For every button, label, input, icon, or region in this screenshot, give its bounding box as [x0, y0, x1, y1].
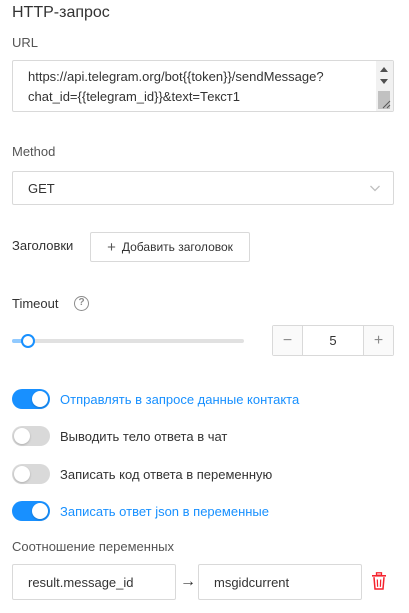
- add-header-button[interactable]: + Добавить заголовок: [90, 232, 250, 262]
- toggle-row-send-contact[interactable]: Отправлять в запросе данные контакта: [12, 389, 299, 409]
- toggle-switch[interactable]: [12, 389, 50, 409]
- method-select[interactable]: GET: [12, 171, 394, 205]
- plus-icon: +: [107, 238, 116, 256]
- scroll-down-icon[interactable]: [380, 79, 388, 84]
- timeout-label: Timeout: [12, 296, 59, 311]
- url-text[interactable]: https://api.telegram.org/bot{{token}}/se…: [28, 67, 366, 107]
- section-title: HTTP-запрос: [12, 4, 110, 21]
- toggle-label[interactable]: Отправлять в запросе данные контакта: [60, 392, 299, 407]
- timeout-slider-handle[interactable]: [21, 334, 35, 348]
- mapping-label: Соотношение переменных: [12, 539, 174, 554]
- trash-icon[interactable]: [371, 572, 387, 590]
- method-label: Method: [12, 144, 56, 159]
- toggle-switch[interactable]: [12, 464, 50, 484]
- toggle-label[interactable]: Записать ответ json в переменные: [60, 504, 269, 519]
- help-icon[interactable]: ?: [74, 296, 89, 311]
- toggle-label[interactable]: Записать код ответа в переменную: [60, 467, 272, 482]
- increment-button[interactable]: +: [363, 326, 393, 355]
- arrow-right-icon: →: [180, 573, 196, 590]
- http-request-panel: HTTP-запрос URL https://api.telegram.org…: [0, 0, 409, 613]
- toggle-switch[interactable]: [12, 501, 50, 521]
- toggle-knob: [14, 428, 30, 444]
- scroll-up-icon[interactable]: [380, 67, 388, 72]
- toggle-label[interactable]: Выводить тело ответа в чат: [60, 429, 227, 444]
- decrement-button[interactable]: −: [273, 326, 303, 355]
- toggle-knob: [32, 391, 48, 407]
- url-label: URL: [12, 35, 39, 50]
- toggle-switch[interactable]: [12, 426, 50, 446]
- chevron-down-icon: [370, 185, 380, 192]
- timeout-stepper[interactable]: − 5 +: [272, 325, 394, 356]
- timeout-slider-track[interactable]: [12, 339, 244, 343]
- add-header-label: Добавить заголовок: [121, 240, 233, 254]
- timeout-value[interactable]: 5: [303, 326, 363, 355]
- resize-grip-icon[interactable]: [381, 99, 391, 109]
- toggle-row-response-code[interactable]: Записать код ответа в переменную: [12, 464, 272, 484]
- toggle-row-json-vars[interactable]: Записать ответ json в переменные: [12, 501, 269, 521]
- toggle-knob: [14, 466, 30, 482]
- target-variable-input[interactable]: msgidcurrent: [198, 564, 362, 600]
- method-value: GET: [28, 181, 55, 196]
- url-textarea[interactable]: https://api.telegram.org/bot{{token}}/se…: [12, 60, 394, 112]
- source-variable-input[interactable]: result.message_id: [12, 564, 176, 600]
- toggle-row-body-to-chat[interactable]: Выводить тело ответа в чат: [12, 426, 227, 446]
- toggle-knob: [32, 503, 48, 519]
- headers-label: Заголовки: [12, 238, 74, 253]
